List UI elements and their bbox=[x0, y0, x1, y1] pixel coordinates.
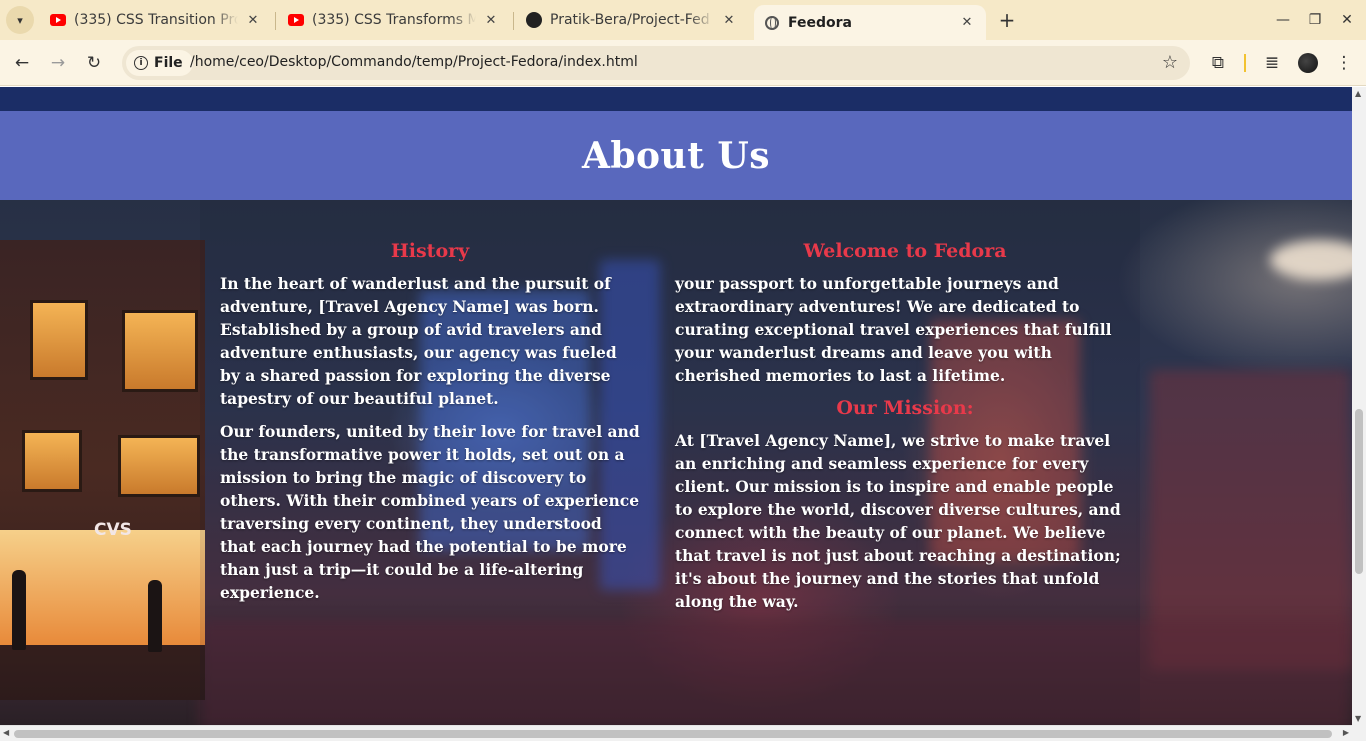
tab-title: Feedora bbox=[788, 14, 852, 31]
info-icon: i bbox=[134, 56, 148, 70]
history-section: History In the heart of wanderlust and t… bbox=[220, 240, 640, 614]
tab-css-transforms[interactable]: (335) CSS Transforms M ✕ bbox=[278, 0, 510, 40]
close-icon[interactable]: ✕ bbox=[244, 11, 262, 29]
media-controls-button[interactable]: ≣ bbox=[1258, 49, 1286, 77]
globe-icon bbox=[764, 15, 780, 31]
close-icon[interactable]: ✕ bbox=[482, 11, 500, 29]
site-navbar bbox=[0, 87, 1352, 111]
profile-button[interactable] bbox=[1294, 49, 1322, 77]
tab-search-button[interactable]: ▾ bbox=[6, 6, 34, 34]
about-header: About Us bbox=[0, 111, 1352, 200]
window bbox=[30, 300, 88, 380]
tab-separator bbox=[513, 12, 514, 30]
scroll-up-arrow-icon[interactable]: ▲ bbox=[1355, 89, 1361, 98]
store-sign: CVS bbox=[94, 520, 132, 540]
street-lamp bbox=[1270, 240, 1352, 280]
scroll-down-arrow-icon[interactable]: ▼ bbox=[1355, 714, 1361, 723]
close-window-button[interactable]: ✕ bbox=[1335, 8, 1359, 32]
restore-button[interactable]: ❐ bbox=[1303, 8, 1327, 32]
tab-strip: ▾ (335) CSS Transition Pro ✕ (335) CSS T… bbox=[0, 0, 1366, 40]
vertical-scroll-thumb[interactable] bbox=[1355, 409, 1363, 574]
puzzle-icon: ⧉ bbox=[1211, 53, 1225, 73]
pedestrian bbox=[148, 580, 162, 652]
reload-icon: ↻ bbox=[86, 53, 102, 73]
page-viewport: About Us CVS History In the heart of wan… bbox=[0, 87, 1352, 725]
storefront-image: CVS bbox=[0, 240, 205, 700]
youtube-icon bbox=[288, 12, 304, 28]
address-bar[interactable]: i File /home/ceo/Desktop/Commando/temp/P… bbox=[122, 46, 1190, 80]
scroll-left-arrow-icon[interactable]: ◀ bbox=[3, 728, 9, 737]
scroll-right-arrow-icon[interactable]: ▶ bbox=[1343, 728, 1349, 737]
welcome-heading: Welcome to Fedora bbox=[803, 240, 1007, 262]
horizontal-scrollbar[interactable]: ◀ ▶ bbox=[0, 725, 1352, 741]
reload-button[interactable]: ↻ bbox=[80, 49, 108, 77]
url-text[interactable]: /home/ceo/Desktop/Commando/temp/Project-… bbox=[190, 54, 638, 70]
close-icon: ✕ bbox=[1341, 12, 1353, 28]
history-heading: History bbox=[390, 240, 470, 262]
media-queue-icon: ≣ bbox=[1264, 53, 1280, 73]
new-tab-button[interactable]: + bbox=[995, 8, 1019, 32]
horizontal-scroll-thumb[interactable] bbox=[14, 730, 1332, 738]
more-vertical-icon: ⋮ bbox=[1335, 53, 1353, 73]
window bbox=[22, 430, 82, 492]
forward-button[interactable]: → bbox=[44, 49, 72, 77]
about-title: About Us bbox=[581, 134, 771, 177]
tab-css-transition[interactable]: (335) CSS Transition Pro ✕ bbox=[40, 0, 272, 40]
restore-icon: ❐ bbox=[1308, 12, 1322, 28]
tab-separator bbox=[275, 12, 276, 30]
welcome-section: Welcome to Fedora your passport to unfor… bbox=[675, 240, 1135, 623]
history-paragraph: In the heart of wanderlust and the pursu… bbox=[220, 274, 617, 408]
scheme-label: File bbox=[154, 55, 183, 71]
tab-title: (335) CSS Transition Pro bbox=[74, 12, 238, 28]
pedestrian bbox=[12, 570, 26, 650]
back-button[interactable]: ← bbox=[8, 49, 36, 77]
youtube-icon bbox=[50, 12, 66, 28]
browser-menu-button[interactable]: ⋮ bbox=[1330, 49, 1358, 77]
arrow-right-icon: → bbox=[50, 53, 66, 73]
close-icon[interactable]: ✕ bbox=[720, 11, 738, 29]
mission-heading: Our Mission: bbox=[836, 397, 974, 419]
tab-title: (335) CSS Transforms M bbox=[312, 12, 476, 28]
plus-icon: + bbox=[998, 8, 1016, 32]
window bbox=[122, 310, 198, 392]
close-icon[interactable]: ✕ bbox=[958, 14, 976, 32]
minimize-icon: — bbox=[1276, 12, 1290, 28]
browser-toolbar: ← → ↻ i File /home/ceo/Desktop/Commando/… bbox=[0, 40, 1366, 86]
mission-paragraph: At [Travel Agency Name], we strive to ma… bbox=[675, 431, 1121, 611]
toolbar-divider bbox=[1244, 54, 1246, 72]
avatar bbox=[1298, 53, 1318, 73]
arrow-left-icon: ← bbox=[14, 53, 30, 73]
scrollbar-corner bbox=[1352, 725, 1366, 741]
minimize-button[interactable]: — bbox=[1271, 8, 1295, 32]
tab-title: Pratik-Bera/Project-Fed bbox=[550, 12, 710, 28]
vertical-scrollbar[interactable]: ▲ ▼ bbox=[1352, 87, 1366, 725]
window bbox=[118, 435, 200, 497]
github-icon bbox=[526, 12, 542, 28]
chevron-down-icon: ▾ bbox=[17, 13, 23, 27]
history-paragraph: Our founders, united by their love for t… bbox=[220, 422, 640, 602]
shop-front bbox=[0, 530, 205, 645]
extensions-button[interactable]: ⧉ bbox=[1204, 49, 1232, 77]
tab-feedora[interactable]: Feedora ✕ bbox=[754, 5, 986, 40]
about-background-image: CVS History In the heart of wanderlust a… bbox=[0, 200, 1352, 725]
site-info-chip[interactable]: i File bbox=[126, 50, 193, 76]
tab-github-project[interactable]: Pratik-Bera/Project-Fed ✕ bbox=[516, 0, 748, 40]
bookmark-star-icon[interactable]: ☆ bbox=[1162, 52, 1178, 73]
welcome-paragraph: your passport to unforgettable journeys … bbox=[675, 274, 1112, 385]
